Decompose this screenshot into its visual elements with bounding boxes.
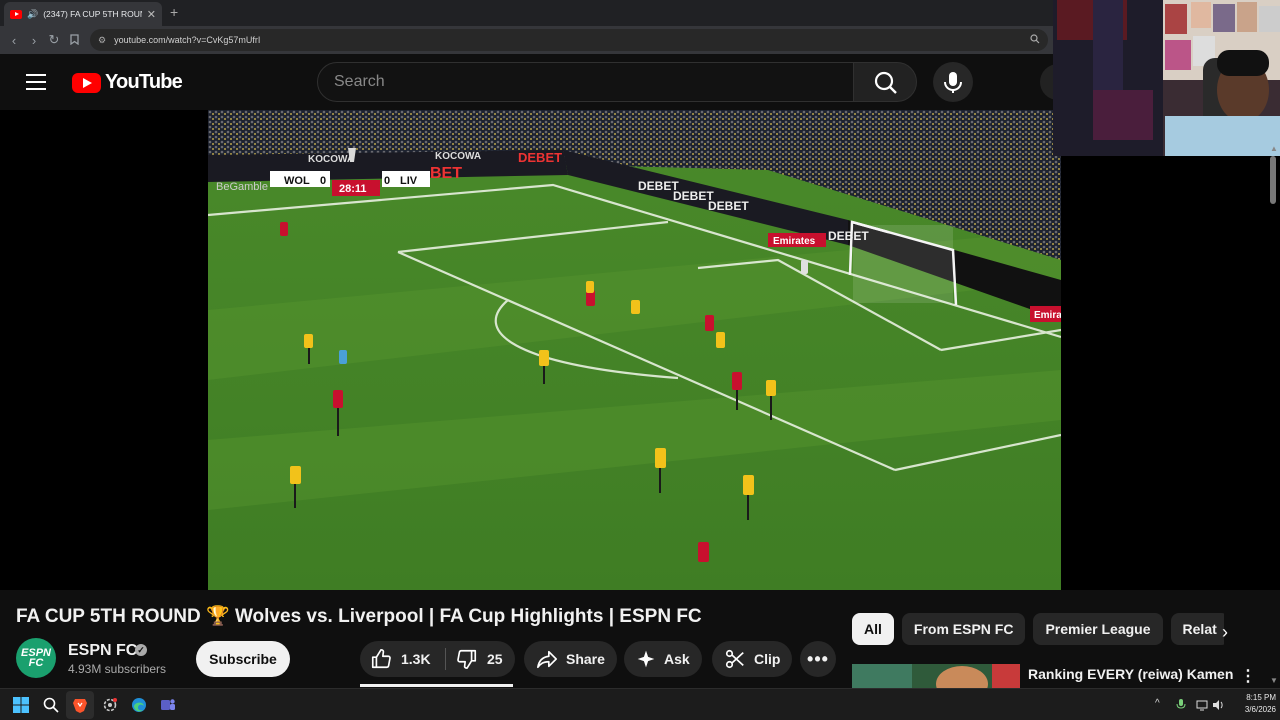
filter-chips: All From ESPN FC Premier League Relat [852,613,1224,647]
scissors-icon [725,649,744,669]
clock-time: 8:15 PM [1246,693,1276,702]
voice-search-button[interactable] [933,62,973,102]
webcam-overlay [1053,0,1280,156]
system-clock[interactable]: 8:15 PM 3/6/2026 [1232,692,1276,716]
thumbs-up-icon [371,649,391,669]
recommended-title[interactable]: Ranking EVERY (reiwa) Kamen [1028,666,1233,682]
browser-tab[interactable]: 🔊 (2347) FA CUP 5TH ROUND 🏆 Wol ✕ [4,2,162,26]
clip-button[interactable]: Clip [712,641,793,677]
more-actions-button[interactable]: ••• [800,641,836,677]
menu-icon[interactable] [26,74,46,90]
clip-label: Clip [754,651,781,667]
recommended-thumbnail[interactable] [852,664,1020,688]
ask-button[interactable]: Ask [624,641,702,677]
channel-name[interactable]: ESPN FC [68,642,137,660]
screen: 🔊 (2347) FA CUP 5TH ROUND 🏆 Wol ✕ + ‹ › … [0,0,1280,720]
scroll-down-icon[interactable]: ▼ [1270,676,1278,685]
search-icon [874,71,897,94]
channel-avatar[interactable]: ESPN FC [16,638,56,678]
kebab-menu-icon[interactable]: ⋮ [1240,666,1256,686]
youtube-favicon-icon [10,9,22,19]
board-ad: BET [430,165,462,182]
edge-browser-icon[interactable] [131,697,147,713]
youtube-logo[interactable]: YouTube [72,71,183,94]
teams-icon[interactable] [160,697,176,713]
network-icon[interactable] [1196,699,1208,711]
right-column [1061,156,1280,590]
brave-browser-icon[interactable] [72,697,88,713]
like-ratio-bar [360,684,513,687]
ask-label: Ask [664,651,690,667]
youtube-header: YouTube Search [0,54,1070,110]
verified-icon: ✓ [135,644,147,656]
youtube-play-icon [72,72,101,93]
match-clock: 28:11 [339,183,367,195]
browser-toolbar: ‹ › ↻ ⚙ youtube.com/watch?v=CvKg57mUfrI [0,26,1053,54]
search-input[interactable]: Search [317,62,854,102]
like-divider [445,648,446,670]
board-ad: Emira [1034,310,1061,321]
like-count: 1.3K [401,651,431,667]
sparkle-icon [637,650,655,668]
scrollbar-thumb[interactable] [1270,156,1276,204]
subscribe-button[interactable]: Subscribe [196,641,290,677]
subscriber-count: 4.93M subscribers [68,662,167,676]
away-team-code: LIV [400,175,418,187]
share-label: Share [566,651,605,667]
board-ad: Emirates [773,236,816,247]
tray-overflow-icon[interactable]: ^ [1155,698,1160,709]
chip-premier-league[interactable]: Premier League [1033,613,1163,645]
thumbs-down-icon [457,649,477,669]
home-team-code: WOL [284,175,310,187]
like-button[interactable]: 1.3K [370,641,431,677]
new-tab-icon[interactable]: + [170,4,178,20]
reload-icon[interactable]: ↻ [44,32,64,48]
site-settings-icon[interactable]: ⚙ [98,35,106,46]
search-icon[interactable] [43,697,59,713]
video-frame[interactable]: KOCOWA KOCOWA DEBET BET DEBET DEBET DEBE… [208,110,1061,590]
settings-icon[interactable] [102,697,118,713]
dislike-button[interactable]: 25 [456,641,503,677]
windows-start-icon[interactable] [13,697,29,713]
chevron-right-icon[interactable]: › [1222,622,1228,643]
dislike-count: 25 [487,651,503,667]
browser-tabbar: 🔊 (2347) FA CUP 5TH ROUND 🏆 Wol ✕ + [0,0,1053,26]
search-button[interactable] [853,62,917,102]
url-text: youtube.com/watch?v=CvKg57mUfrI [114,35,261,45]
chip-related[interactable]: Relat [1170,613,1224,645]
chip-all[interactable]: All [852,613,894,645]
board-ad: BeGamble [216,181,268,193]
board-ad: DEBET [708,199,749,213]
board-ad: KOCOWA [308,154,354,165]
tab-title: (2347) FA CUP 5TH ROUND 🏆 Wol [43,8,142,19]
clock-date: 3/6/2026 [1244,705,1276,714]
zoom-icon[interactable] [1030,33,1040,47]
microphone-icon [944,72,962,93]
away-goals: 0 [384,175,390,187]
address-bar[interactable]: ⚙ youtube.com/watch?v=CvKg57mUfrI [90,29,1048,51]
video-player[interactable]: KOCOWA KOCOWA DEBET BET DEBET DEBET DEBE… [0,110,1061,590]
close-tab-icon[interactable]: ✕ [147,8,156,21]
taskbar: ^ 8:15 PM 3/6/2026 [0,688,1280,720]
board-ad: DEBET [518,150,562,165]
video-title: FA CUP 5TH ROUND 🏆 Wolves vs. Liverpool … [16,606,702,627]
back-icon[interactable]: ‹ [4,33,24,48]
chip-from-espn-fc[interactable]: From ESPN FC [901,613,1026,645]
forward-icon[interactable]: › [24,33,44,48]
share-arrow-icon [537,650,557,669]
share-button[interactable]: Share [524,641,617,677]
volume-icon[interactable] [1212,699,1224,711]
scroll-up-icon[interactable]: ▲ [1270,144,1278,153]
speaker-icon[interactable]: 🔊 [27,9,38,20]
home-goals: 0 [320,175,326,187]
bookmark-icon[interactable] [64,33,84,48]
logo-text: YouTube [105,71,183,93]
board-ad: KOCOWA [435,151,481,162]
microphone-tray-icon[interactable] [1175,699,1187,711]
